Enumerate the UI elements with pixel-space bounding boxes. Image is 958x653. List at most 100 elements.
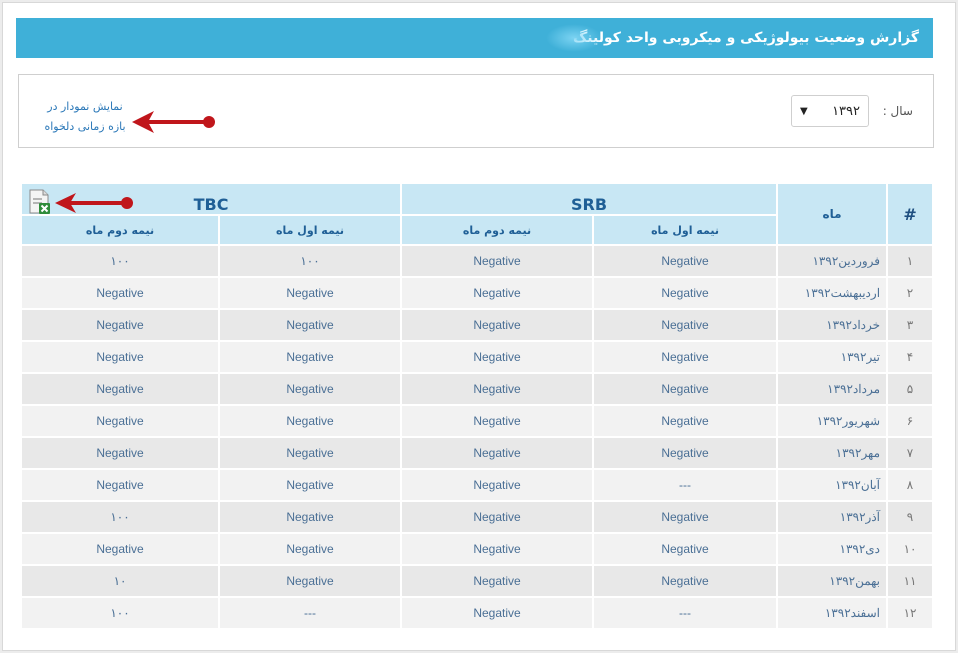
row-index: ۸: [888, 470, 933, 500]
row-month: تیر۱۳۹۲: [778, 342, 887, 372]
row-index: ۱: [888, 246, 933, 276]
row-srb-second: Negative: [402, 374, 593, 404]
col-header-index: #: [888, 184, 933, 244]
table-row: ۹ آذر۱۳۹۲ Negative Negative Negative ۱۰۰: [22, 502, 933, 532]
row-srb-second: Negative: [402, 310, 593, 340]
row-srb-second: Negative: [402, 342, 593, 372]
col-header-srb-first-half: نیمه اول ماه: [594, 216, 777, 244]
row-tbc-first: Negative: [220, 342, 401, 372]
table-row: ۴ تیر۱۳۹۲ Negative Negative Negative Neg…: [22, 342, 933, 372]
row-tbc-second: Negative: [22, 534, 219, 564]
table-row: ۱۲ اسفند۱۳۹۲ --- Negative --- ۱۰۰: [22, 598, 933, 628]
table-row: ۳ خرداد۱۳۹۲ Negative Negative Negative N…: [22, 310, 933, 340]
title-glow: [546, 24, 602, 52]
table-row: ۸ آبان۱۳۹۲ --- Negative Negative Negativ…: [22, 470, 933, 500]
row-index: ۷: [888, 438, 933, 468]
row-srb-first: Negative: [594, 342, 777, 372]
row-srb-second: Negative: [402, 438, 593, 468]
row-srb-first: ---: [594, 598, 777, 628]
row-srb-first: Negative: [594, 438, 777, 468]
row-tbc-first: Negative: [220, 566, 401, 596]
red-arrow-icon: [132, 111, 215, 133]
row-tbc-second: ۱۰: [22, 566, 219, 596]
row-tbc-first: Negative: [220, 534, 401, 564]
table-row: ۶ شهریور۱۳۹۲ Negative Negative Negative …: [22, 406, 933, 436]
row-month: بهمن۱۳۹۲: [778, 566, 887, 596]
row-srb-second: Negative: [402, 278, 593, 308]
report-table: # ماه SRB TBC نیمه اول ماه نیمه دوم ماه …: [20, 182, 934, 630]
row-month: مرداد۱۳۹۲: [778, 374, 887, 404]
row-index: ۲: [888, 278, 933, 308]
row-tbc-second: Negative: [22, 310, 219, 340]
row-tbc-second: ۱۰۰: [22, 246, 219, 276]
row-month: خرداد۱۳۹۲: [778, 310, 887, 340]
row-tbc-second: Negative: [22, 278, 219, 308]
col-header-srb: SRB: [402, 184, 777, 214]
row-srb-second: Negative: [402, 246, 593, 276]
row-tbc-first: ۱۰۰: [220, 246, 401, 276]
row-srb-first: Negative: [594, 310, 777, 340]
row-month: شهریور۱۳۹۲: [778, 406, 887, 436]
row-month: مهر۱۳۹۲: [778, 438, 887, 468]
title-bar: گزارش وضعیت بیولوژیکی و میکروبی واحد کول…: [16, 18, 933, 58]
row-srb-second: Negative: [402, 470, 593, 500]
row-tbc-second: Negative: [22, 438, 219, 468]
row-srb-second: Negative: [402, 598, 593, 628]
row-tbc-first: ---: [220, 598, 401, 628]
row-month: دی۱۳۹۲: [778, 534, 887, 564]
red-arrow-icon: [55, 193, 133, 213]
year-label: سال :: [882, 104, 913, 118]
row-index: ۹: [888, 502, 933, 532]
row-tbc-first: Negative: [220, 310, 401, 340]
chevron-down-icon: ▼: [800, 105, 808, 117]
row-index: ۵: [888, 374, 933, 404]
year-select-value: ۱۳۹۲: [832, 103, 860, 119]
col-header-srb-second-half: نیمه دوم ماه: [402, 216, 593, 244]
chart-range-link[interactable]: نمایش نمودار در بازه زمانی دلخواه: [39, 97, 131, 137]
chart-range-link-line2: بازه زمانی دلخواه: [44, 120, 126, 133]
row-index: ۳: [888, 310, 933, 340]
row-index: ۱۱: [888, 566, 933, 596]
row-month: اسفند۱۳۹۲: [778, 598, 887, 628]
table-row: ۱۰ دی۱۳۹۲ Negative Negative Negative Neg…: [22, 534, 933, 564]
row-tbc-first: Negative: [220, 438, 401, 468]
row-srb-first: Negative: [594, 534, 777, 564]
row-srb-second: Negative: [402, 502, 593, 532]
row-index: ۱۰: [888, 534, 933, 564]
row-srb-second: Negative: [402, 534, 593, 564]
page-title: گزارش وضعیت بیولوژیکی و میکروبی واحد کول…: [572, 30, 919, 46]
row-tbc-second: Negative: [22, 406, 219, 436]
row-srb-first: Negative: [594, 566, 777, 596]
row-tbc-first: Negative: [220, 502, 401, 532]
col-header-tbc-second-half: نیمه دوم ماه: [22, 216, 219, 244]
row-srb-first: Negative: [594, 406, 777, 436]
row-tbc-first: Negative: [220, 470, 401, 500]
row-index: ۴: [888, 342, 933, 372]
row-tbc-second: Negative: [22, 470, 219, 500]
row-month: آبان۱۳۹۲: [778, 470, 887, 500]
row-srb-first: Negative: [594, 278, 777, 308]
row-tbc-first: Negative: [220, 278, 401, 308]
row-tbc-second: ۱۰۰: [22, 502, 219, 532]
row-tbc-second: ۱۰۰: [22, 598, 219, 628]
row-tbc-second: Negative: [22, 374, 219, 404]
row-tbc-first: Negative: [220, 374, 401, 404]
row-month: آذر۱۳۹۲: [778, 502, 887, 532]
row-srb-second: Negative: [402, 406, 593, 436]
year-select[interactable]: ▼ ۱۳۹۲: [791, 95, 869, 127]
chart-range-link-line1: نمایش نمودار در: [47, 100, 123, 113]
row-tbc-first: Negative: [220, 406, 401, 436]
table-row: ۱۱ بهمن۱۳۹۲ Negative Negative Negative ۱…: [22, 566, 933, 596]
col-header-month: ماه: [778, 184, 887, 244]
row-srb-first: ---: [594, 470, 777, 500]
row-srb-first: Negative: [594, 502, 777, 532]
row-index: ۱۲: [888, 598, 933, 628]
row-tbc-second: Negative: [22, 342, 219, 372]
row-srb-first: Negative: [594, 246, 777, 276]
table-row: ۲ اردیبهشت۱۳۹۲ Negative Negative Negativ…: [22, 278, 933, 308]
row-month: فروردین۱۳۹۲: [778, 246, 887, 276]
row-month: اردیبهشت۱۳۹۲: [778, 278, 887, 308]
excel-export-icon[interactable]: [28, 189, 52, 215]
table-row: ۵ مرداد۱۳۹۲ Negative Negative Negative N…: [22, 374, 933, 404]
table-row: ۱ فروردین۱۳۹۲ Negative Negative ۱۰۰ ۱۰۰: [22, 246, 933, 276]
